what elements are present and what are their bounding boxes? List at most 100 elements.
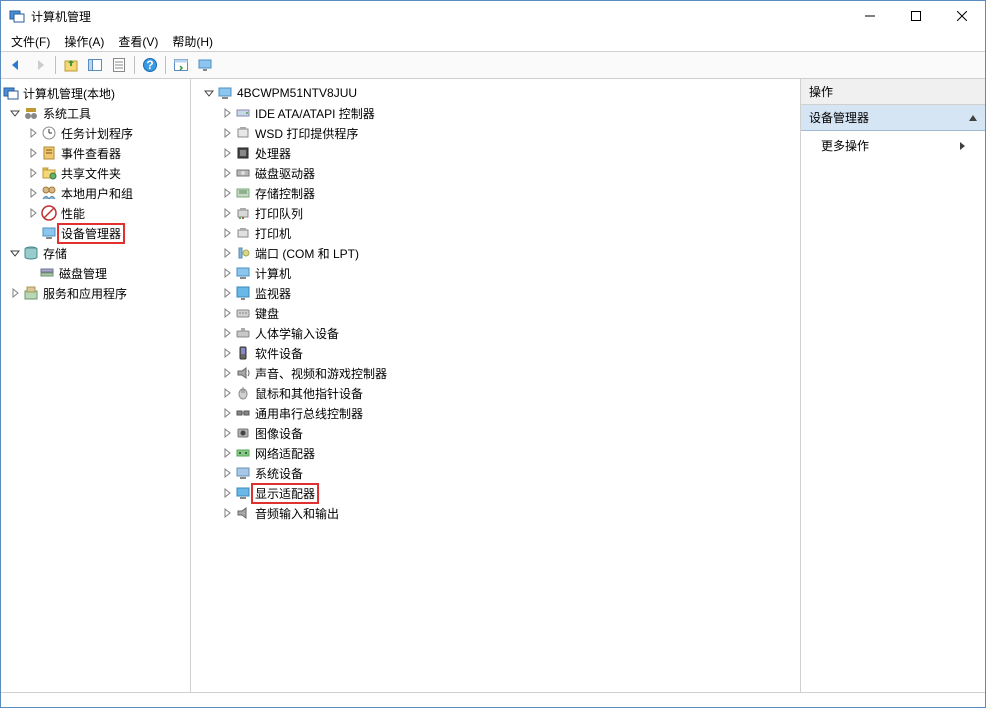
forward-button[interactable] (29, 54, 51, 76)
expander-icon[interactable] (27, 147, 39, 159)
device-category-icon (235, 165, 251, 181)
tree-system-tools[interactable]: 系统工具 (3, 103, 188, 123)
tree-item-icon (41, 225, 57, 241)
device-category[interactable]: 存储控制器 (193, 183, 798, 203)
device-category[interactable]: 打印队列 (193, 203, 798, 223)
expander-icon[interactable] (221, 127, 233, 139)
expander-icon[interactable] (221, 207, 233, 219)
device-category[interactable]: 图像设备 (193, 423, 798, 443)
device-category-icon (235, 325, 251, 341)
expander-icon[interactable] (27, 207, 39, 219)
menu-view[interactable]: 查看(V) (112, 31, 164, 52)
expander-icon[interactable] (27, 187, 39, 199)
up-button[interactable] (60, 54, 82, 76)
device-tree-panel[interactable]: 4BCWPM51NTV8JUU IDE ATA/ATAPI 控制器WSD 打印提… (191, 79, 801, 692)
expander-icon[interactable] (9, 247, 21, 259)
expander-icon[interactable] (221, 167, 233, 179)
tree-item[interactable]: 设备管理器 (3, 223, 188, 243)
device-category-icon (235, 445, 251, 461)
device-category[interactable]: 通用串行总线控制器 (193, 403, 798, 423)
expander-icon[interactable] (221, 507, 233, 519)
view-mode-button[interactable] (170, 54, 192, 76)
expander-icon[interactable] (221, 287, 233, 299)
device-category[interactable]: 鼠标和其他指针设备 (193, 383, 798, 403)
device-category[interactable]: 打印机 (193, 223, 798, 243)
tree-item-icon (41, 165, 57, 181)
window-title: 计算机管理 (31, 8, 847, 25)
tree-item-icon (41, 125, 57, 141)
left-tree-panel[interactable]: 计算机管理(本地) 系统工具 任务计划程序事件查看器共享文件夹本地用户和组性能设… (1, 79, 191, 692)
menu-file[interactable]: 文件(F) (5, 31, 56, 52)
device-category[interactable]: 处理器 (193, 143, 798, 163)
expander-icon[interactable] (221, 427, 233, 439)
device-category[interactable]: 计算机 (193, 263, 798, 283)
back-button[interactable] (5, 54, 27, 76)
device-category[interactable]: 软件设备 (193, 343, 798, 363)
expander-icon[interactable] (221, 467, 233, 479)
expander-icon[interactable] (221, 327, 233, 339)
tree-storage[interactable]: 存储 (3, 243, 188, 263)
toolbar: ? (1, 51, 985, 79)
expander-icon[interactable] (221, 187, 233, 199)
device-category[interactable]: 端口 (COM 和 LPT) (193, 243, 798, 263)
close-button[interactable] (939, 1, 985, 31)
expander-icon[interactable] (27, 167, 39, 179)
submenu-icon (960, 142, 965, 150)
computer-management-icon (3, 85, 19, 101)
menu-help[interactable]: 帮助(H) (166, 31, 219, 52)
tree-root[interactable]: 计算机管理(本地) (3, 83, 188, 103)
menu-action[interactable]: 操作(A) (58, 31, 110, 52)
tree-item[interactable]: 本地用户和组 (3, 183, 188, 203)
tree-item-icon (41, 145, 57, 161)
expander-icon[interactable] (203, 87, 215, 99)
expander-icon[interactable] (221, 307, 233, 319)
device-category[interactable]: IDE ATA/ATAPI 控制器 (193, 103, 798, 123)
expander-icon[interactable] (221, 347, 233, 359)
tree-services[interactable]: 服务和应用程序 (3, 283, 188, 303)
expander-icon[interactable] (221, 487, 233, 499)
expander-icon[interactable] (221, 147, 233, 159)
expander-icon[interactable] (221, 227, 233, 239)
expander-icon[interactable] (221, 247, 233, 259)
actions-category[interactable]: 设备管理器 (801, 105, 985, 131)
device-category[interactable]: 声音、视频和游戏控制器 (193, 363, 798, 383)
device-category[interactable]: 系统设备 (193, 463, 798, 483)
device-category[interactable]: WSD 打印提供程序 (193, 123, 798, 143)
device-category[interactable]: 显示适配器 (193, 483, 798, 503)
expander-icon[interactable] (9, 107, 21, 119)
tree-item[interactable]: 共享文件夹 (3, 163, 188, 183)
more-actions[interactable]: 更多操作 (801, 131, 985, 160)
statusbar (1, 692, 985, 707)
expander-icon[interactable] (221, 407, 233, 419)
device-category-icon (235, 465, 251, 481)
show-hide-tree-button[interactable] (84, 54, 106, 76)
monitor-button[interactable] (194, 54, 216, 76)
tree-item[interactable]: 任务计划程序 (3, 123, 188, 143)
device-root[interactable]: 4BCWPM51NTV8JUU (193, 83, 798, 103)
minimize-button[interactable] (847, 1, 893, 31)
expander-icon[interactable] (221, 107, 233, 119)
expander-icon[interactable] (27, 127, 39, 139)
tree-item[interactable]: 事件查看器 (3, 143, 188, 163)
device-category-icon (235, 185, 251, 201)
tree-item-icon (41, 205, 57, 221)
tree-item[interactable]: 磁盘管理 (3, 263, 188, 283)
tree-item[interactable]: 性能 (3, 203, 188, 223)
device-category[interactable]: 网络适配器 (193, 443, 798, 463)
actions-header: 操作 (801, 79, 985, 105)
expander-icon[interactable] (221, 267, 233, 279)
device-category[interactable]: 键盘 (193, 303, 798, 323)
device-category-icon (235, 205, 251, 221)
device-category[interactable]: 磁盘驱动器 (193, 163, 798, 183)
expander-icon[interactable] (221, 367, 233, 379)
device-category-icon (235, 225, 251, 241)
device-category[interactable]: 音频输入和输出 (193, 503, 798, 523)
device-category[interactable]: 人体学输入设备 (193, 323, 798, 343)
properties-button[interactable] (108, 54, 130, 76)
expander-icon[interactable] (221, 447, 233, 459)
expander-icon[interactable] (9, 287, 21, 299)
maximize-button[interactable] (893, 1, 939, 31)
expander-icon[interactable] (221, 387, 233, 399)
device-category[interactable]: 监视器 (193, 283, 798, 303)
help-button[interactable]: ? (139, 54, 161, 76)
